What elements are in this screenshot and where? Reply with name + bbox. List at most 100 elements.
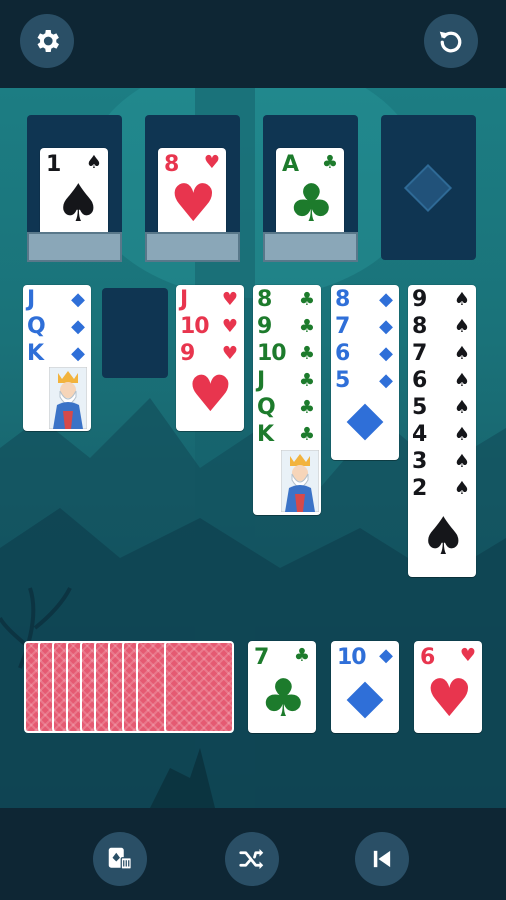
foundation-slot-empty[interactable] <box>381 115 476 260</box>
card-suit-small: ♠ <box>85 152 102 173</box>
card-rank: K <box>27 341 44 366</box>
waste-card[interactable]: 6 ♥ ♥ <box>414 641 482 733</box>
card-suit-small: ♥ <box>459 645 476 666</box>
card-suit-small: ♥ <box>221 289 238 310</box>
card-rank: 10 <box>180 314 210 339</box>
card-suit-small: ♣ <box>298 397 315 418</box>
card-rank: 5 <box>412 395 427 420</box>
card-rank: 9 <box>180 341 195 366</box>
card-rank: 7 <box>335 314 350 339</box>
card-suit-small: ◆ <box>379 645 393 666</box>
waste-card[interactable]: 7 ♣ ♣ <box>248 641 316 733</box>
cards-delete-icon <box>108 847 132 870</box>
card-rank: 8 <box>164 152 179 177</box>
card-suit-small: ♣ <box>298 370 315 391</box>
card-rank: 1 <box>46 152 61 177</box>
card-rank: 3 <box>412 449 427 474</box>
card-suit-large: ♣ <box>260 669 307 729</box>
card-suit-small: ♣ <box>321 152 338 173</box>
card-rank: 8 <box>335 287 350 312</box>
foundation-base <box>263 232 358 262</box>
card-suit-small: ♣ <box>293 645 310 666</box>
card-suit-small: ◆ <box>379 289 393 310</box>
tableau-column-4[interactable]: 8 ♣ 9 ♣ 10 ♣ J ♣ Q ♣ K ♣ <box>253 285 321 515</box>
card-suit-small: ◆ <box>379 316 393 337</box>
cards-button[interactable] <box>93 832 147 886</box>
card-rank: 9 <box>257 314 272 339</box>
diamond-placeholder-icon <box>403 163 453 213</box>
foundation-base <box>145 232 240 262</box>
card-suit-small: ♥ <box>221 316 238 337</box>
skip-back-button[interactable] <box>355 832 409 886</box>
card-suit-small: ♥ <box>203 152 220 173</box>
card-rank: K <box>257 422 274 447</box>
undo-icon <box>439 31 462 53</box>
card-suit-large: ♥ <box>426 669 473 729</box>
tableau-column-1[interactable]: J ◆ Q ◆ K ◆ <box>23 285 91 431</box>
tableau-column-3[interactable]: J ♥ 10 ♥ 9 ♥ ♥ <box>176 285 244 431</box>
card-rank: 5 <box>335 368 350 393</box>
card-suit-small: ♠ <box>453 451 470 472</box>
top-bar <box>0 0 506 88</box>
card-suit-small: ♠ <box>453 316 470 337</box>
gear-icon <box>37 30 59 52</box>
card-suit-large <box>346 681 384 719</box>
shuffle-icon <box>239 849 264 869</box>
card-suit-large: ♣ <box>288 174 335 234</box>
foundation-card[interactable]: 1 ♠ ♠ <box>40 148 108 240</box>
card-suit-small: ♠ <box>453 424 470 445</box>
card-suit-small: ◆ <box>71 343 85 364</box>
card-suit-small: ♠ <box>453 289 470 310</box>
card-rank: 7 <box>412 341 427 366</box>
card-suit-small: ♠ <box>453 478 470 499</box>
card-rank: Q <box>257 395 276 420</box>
card-suit-small: ♣ <box>298 289 315 310</box>
card-rank: J <box>257 368 265 393</box>
card-rank: 8 <box>257 287 272 312</box>
foundation-base <box>27 232 122 262</box>
card-suit-small: ◆ <box>379 370 393 391</box>
card-suit-large: ♥ <box>188 365 233 423</box>
card-rank: 6 <box>420 645 435 670</box>
card-rank: 7 <box>254 645 269 670</box>
card-rank: 10 <box>337 645 367 670</box>
card-rank: J <box>27 287 35 312</box>
card-suit-small: ♠ <box>453 397 470 418</box>
card-suit-small: ◆ <box>71 289 85 310</box>
card-suit-large <box>346 403 384 441</box>
card-suit-small: ◆ <box>71 316 85 337</box>
card-suit-small: ♠ <box>453 343 470 364</box>
undo-button[interactable] <box>424 14 478 68</box>
tableau-empty-slot[interactable] <box>102 288 168 378</box>
card-rank: Q <box>27 314 46 339</box>
card-suit-large: ♠ <box>420 507 467 567</box>
card-rank: 2 <box>412 476 427 501</box>
skip-back-icon <box>373 850 391 868</box>
card-suit-small: ♠ <box>453 370 470 391</box>
waste-card[interactable]: 10 ◆ <box>331 641 399 733</box>
bottom-bar <box>0 808 506 900</box>
king-face-illustration <box>49 367 87 429</box>
card-suit-large: ♥ <box>170 174 217 234</box>
stock-pile[interactable] <box>24 641 234 735</box>
card-rank: J <box>180 287 188 312</box>
play-area: 1 ♠ ♠ 8 ♥ ♥ A ♣ ♣ J ◆ Q ◆ K ◆ J ♥ 10 ♥ 9… <box>0 88 506 808</box>
card-rank: 8 <box>412 314 427 339</box>
card-rank: 6 <box>335 341 350 366</box>
card-rank: 9 <box>412 287 427 312</box>
card-rank: 6 <box>412 368 427 393</box>
king-face-illustration <box>281 450 319 512</box>
card-suit-small: ♣ <box>298 343 315 364</box>
settings-button[interactable] <box>20 14 74 68</box>
tableau-column-5[interactable]: 8 ◆ 7 ◆ 6 ◆ 5 ◆ <box>331 285 399 460</box>
card-rank: 4 <box>412 422 427 447</box>
card-suit-large: ♠ <box>55 174 102 234</box>
foundation-card[interactable]: A ♣ ♣ <box>276 148 344 240</box>
card-suit-small: ♥ <box>221 343 238 364</box>
card-suit-small: ◆ <box>379 343 393 364</box>
card-suit-small: ♣ <box>298 424 315 445</box>
tableau-column-6[interactable]: 9 ♠ 8 ♠ 7 ♠ 6 ♠ 5 ♠ 4 ♠ 3 ♠ 2 ♠ ♠ <box>408 285 476 577</box>
shuffle-button[interactable] <box>225 832 279 886</box>
foundation-card[interactable]: 8 ♥ ♥ <box>158 148 226 240</box>
card-rank: A <box>282 152 299 177</box>
